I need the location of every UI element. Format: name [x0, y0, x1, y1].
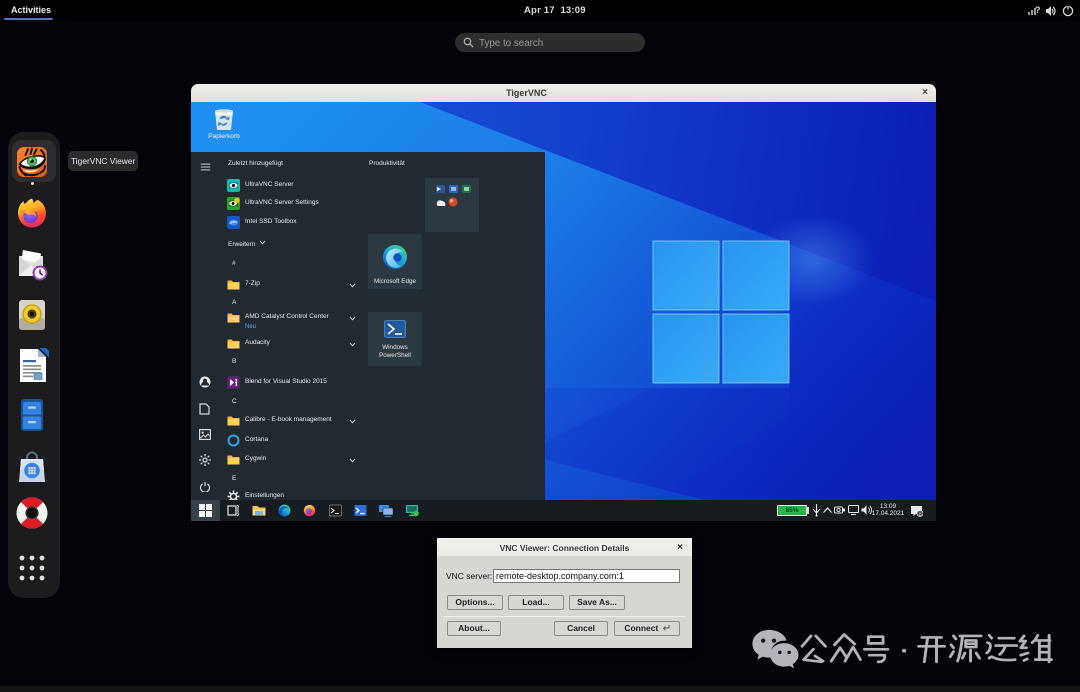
svg-text:?: ?	[1035, 5, 1041, 15]
